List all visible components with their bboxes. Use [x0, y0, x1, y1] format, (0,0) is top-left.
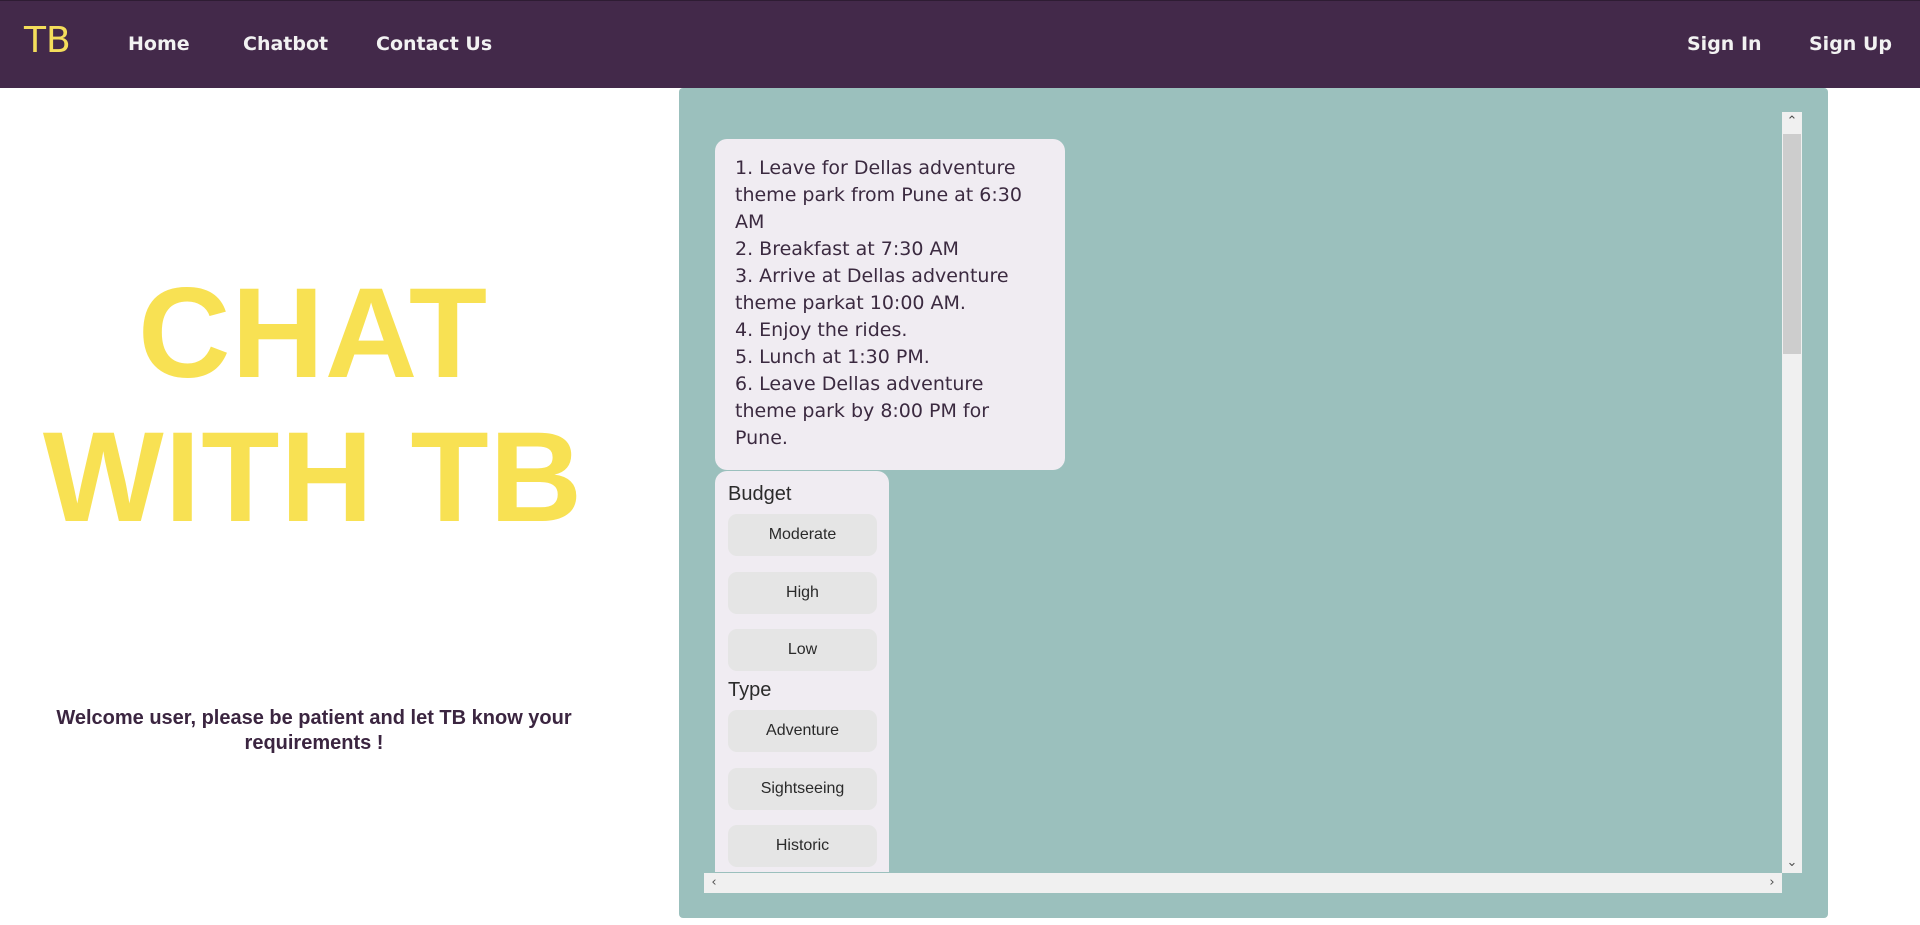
message-line: 5. Lunch at 1:30 PM.: [735, 346, 930, 368]
sign-in-link[interactable]: Sign In: [1687, 32, 1762, 56]
vertical-scroll-thumb[interactable]: [1783, 134, 1801, 354]
brand-logo[interactable]: TB: [24, 19, 71, 63]
options-card: Budget Moderate High Low Type Adventure …: [715, 471, 889, 872]
hero-title: CHAT WITH TB: [0, 262, 626, 550]
chevron-up-icon[interactable]: ⌃: [1782, 112, 1802, 132]
chevron-right-icon[interactable]: ›: [1762, 873, 1782, 893]
type-adventure-button[interactable]: Adventure: [728, 710, 877, 752]
message-line: 6. Leave Dellas adventure theme park by …: [735, 373, 990, 449]
chat-panel: 1. Leave for Dellas adventure theme park…: [679, 88, 1828, 918]
budget-moderate-button[interactable]: Moderate: [728, 514, 877, 556]
type-heading: Type: [728, 679, 772, 701]
horizontal-scrollbar[interactable]: ‹ ›: [704, 873, 1782, 893]
nav-chatbot[interactable]: Chatbot: [243, 32, 328, 56]
chevron-down-icon[interactable]: ⌄: [1782, 853, 1802, 873]
welcome-message: Welcome user, please be patient and let …: [56, 707, 572, 754]
message-line: 1. Leave for Dellas adventure theme park…: [735, 157, 1022, 233]
budget-high-button[interactable]: High: [728, 572, 877, 614]
budget-heading: Budget: [728, 483, 792, 505]
nav-home[interactable]: Home: [128, 32, 190, 56]
chat-history: 1. Leave for Dellas adventure theme park…: [704, 112, 1782, 872]
message-line: 4. Enjoy the rides.: [735, 319, 908, 341]
navbar: TB Home Chatbot Contact Us Sign In Sign …: [0, 0, 1920, 88]
message-line: 2. Breakfast at 7:30 AM: [735, 238, 959, 260]
nav-contact-us[interactable]: Contact Us: [376, 32, 492, 56]
type-historic-button[interactable]: Historic: [728, 825, 877, 867]
hero-title-line-1: CHAT: [138, 262, 488, 405]
chevron-left-icon[interactable]: ‹: [704, 873, 724, 893]
bot-message-bubble: 1. Leave for Dellas adventure theme park…: [715, 139, 1065, 470]
type-sightseeing-button[interactable]: Sightseeing: [728, 768, 877, 810]
sign-up-link[interactable]: Sign Up: [1809, 32, 1892, 56]
hero-title-line-2: WITH TB: [42, 406, 584, 549]
message-line: 3. Arrive at Dellas adventure theme park…: [735, 265, 1009, 314]
vertical-scrollbar[interactable]: ⌃ ⌄: [1782, 112, 1802, 873]
budget-low-button[interactable]: Low: [728, 629, 877, 671]
